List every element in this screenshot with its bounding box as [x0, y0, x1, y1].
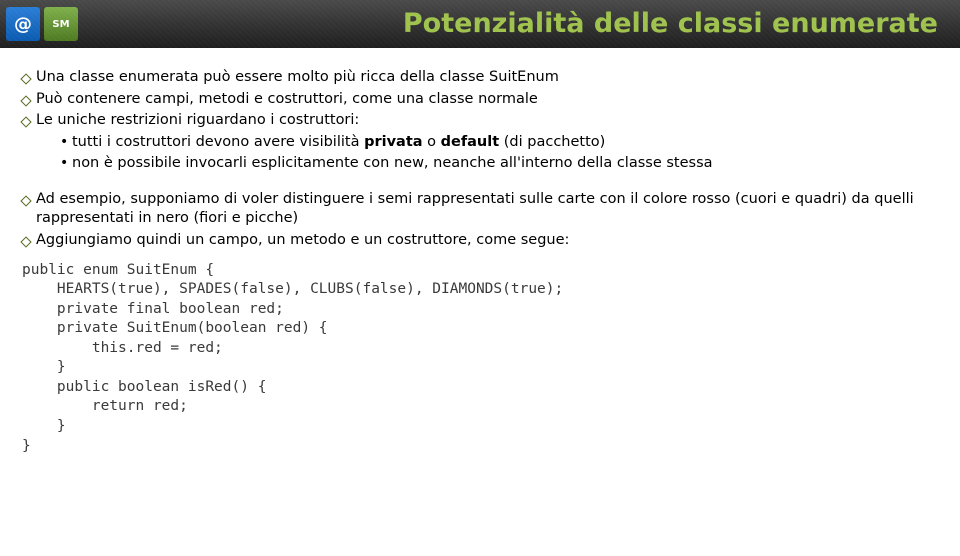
slide-title: Potenzialità delle classi enumerate — [403, 8, 938, 39]
bullet-item: Le uniche restrizioni riguardano i costr… — [22, 111, 938, 174]
at-logo-icon: @ — [6, 7, 40, 41]
bold-text: default — [441, 134, 500, 150]
text-fragment: o — [423, 134, 441, 150]
sub-bullet-item: non è possibile invocarli esplicitamente… — [60, 154, 938, 174]
main-bullet-list-2: Ad esempio, supponiamo di voler distingu… — [22, 190, 938, 251]
sub-bullet-list: tutti i costruttori devono avere visibil… — [36, 133, 938, 174]
logo-green-top: S — [52, 19, 59, 30]
bullet-item: Una classe enumerata può essere molto pi… — [22, 68, 938, 88]
spacer — [22, 176, 938, 190]
bullet-text: Le uniche restrizioni riguardano i costr… — [36, 112, 359, 128]
logo-green-bottom: M — [60, 19, 70, 30]
header-bar: @ S M Potenzialità delle classi enumerat… — [0, 0, 960, 48]
sm-logo-icon: S M — [44, 7, 78, 41]
slide-content: Una classe enumerata può essere molto pi… — [0, 48, 960, 456]
bold-text: privata — [364, 134, 422, 150]
sub-bullet-item: tutti i costruttori devono avere visibil… — [60, 133, 938, 153]
main-bullet-list: Una classe enumerata può essere molto pi… — [22, 68, 938, 174]
logo-area: @ S M — [6, 7, 78, 41]
text-fragment: tutti i costruttori devono avere visibil… — [72, 134, 364, 150]
code-block: public enum SuitEnum { HEARTS(true), SPA… — [22, 261, 938, 457]
bullet-item: Ad esempio, supponiamo di voler distingu… — [22, 190, 938, 229]
bullet-item: Aggiungiamo quindi un campo, un metodo e… — [22, 231, 938, 251]
text-fragment: (di pacchetto) — [499, 134, 605, 150]
bullet-item: Può contenere campi, metodi e costruttor… — [22, 90, 938, 110]
